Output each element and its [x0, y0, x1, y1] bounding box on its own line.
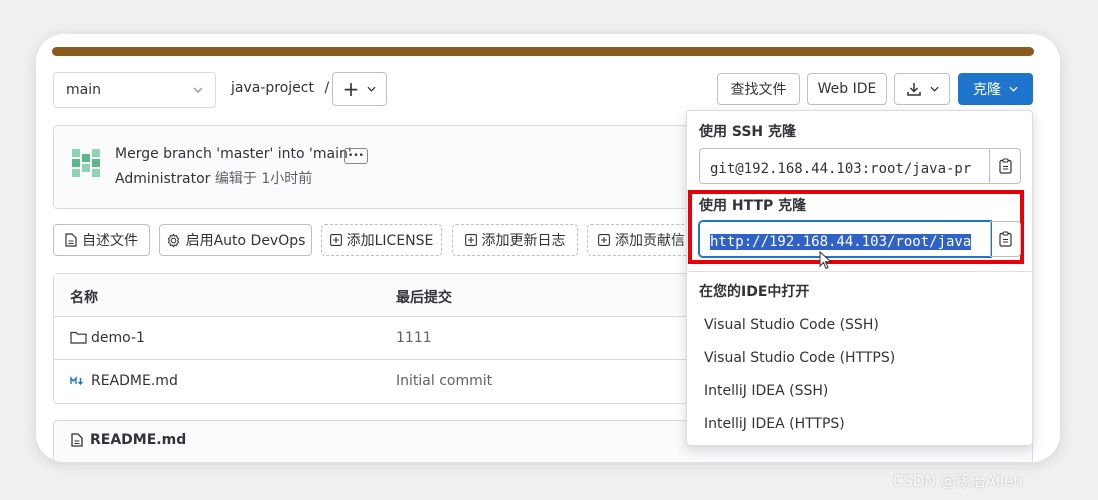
- branch-name: main: [66, 82, 101, 98]
- ide-option-vscode-https[interactable]: Visual Studio Code (HTTPS): [704, 350, 895, 366]
- breadcrumb-project[interactable]: java-project: [231, 80, 314, 96]
- breadcrumb: java-project /: [231, 80, 329, 96]
- add-dropdown-button[interactable]: +: [332, 72, 387, 106]
- ide-option-intellij-ssh[interactable]: IntelliJ IDEA (SSH): [704, 383, 828, 399]
- readme-action-label: 自述文件: [82, 233, 138, 249]
- chevron-down-icon: [367, 86, 376, 92]
- mouse-cursor-icon: [819, 251, 832, 270]
- download-icon: [906, 82, 922, 97]
- last-commit-message[interactable]: Initial commit: [396, 373, 492, 389]
- enable-auto-devops-button[interactable]: 启用Auto DevOps: [159, 224, 312, 256]
- http-clone-title: 使用 HTTP 克隆: [699, 198, 807, 214]
- avatar[interactable]: [69, 146, 103, 180]
- auto-devops-label: 启用Auto DevOps: [185, 233, 306, 249]
- http-url-input[interactable]: http://192.168.44.103/root/java: [699, 221, 991, 257]
- plus-square-icon: [598, 234, 610, 246]
- commit-edited-time: 编辑于 1小时前: [214, 171, 313, 187]
- copy-icon: [999, 231, 1012, 247]
- commit-message[interactable]: Merge branch 'master' into 'main': [115, 146, 352, 162]
- add-license-button[interactable]: 添加LICENSE: [321, 224, 442, 256]
- chevron-down-icon: [929, 86, 939, 92]
- repository-card: main java-project / + 查找文件 Web IDE 克隆 Me…: [36, 34, 1060, 462]
- open-in-ide-title: 在您的IDE中打开: [699, 284, 810, 300]
- add-changelog-button[interactable]: 添加更新日志: [452, 224, 578, 256]
- plus-icon: +: [342, 77, 360, 101]
- file-icon: [65, 233, 77, 247]
- last-commit-message[interactable]: 1111: [396, 330, 432, 346]
- commit-author[interactable]: Administrator: [115, 171, 210, 187]
- find-file-button[interactable]: 查找文件: [717, 73, 800, 105]
- clone-button[interactable]: 克隆: [958, 73, 1033, 105]
- clone-label: 克隆: [973, 82, 1001, 98]
- web-ide-button[interactable]: Web IDE: [807, 73, 887, 105]
- column-name-header: 名称: [70, 290, 98, 306]
- dropdown-divider: [687, 271, 1032, 272]
- column-last-commit-header: 最后提交: [396, 290, 452, 306]
- add-changelog-label: 添加更新日志: [481, 233, 566, 249]
- ssh-url-value: git@192.168.44.103:root/java-pr: [710, 161, 972, 177]
- plus-square-icon: [329, 234, 342, 246]
- chevron-down-icon: [193, 87, 203, 93]
- http-url-value: http://192.168.44.103/root/java: [710, 234, 972, 250]
- copy-ssh-url-button[interactable]: [989, 148, 1021, 184]
- file-icon: [71, 433, 83, 447]
- readme-title: README.md: [90, 432, 187, 448]
- clone-dropdown: 使用 SSH 克隆 git@192.168.44.103:root/java-p…: [686, 110, 1033, 446]
- add-license-label: 添加LICENSE: [346, 233, 434, 249]
- download-dropdown-button[interactable]: [894, 73, 950, 105]
- file-name[interactable]: README.md: [91, 373, 178, 389]
- ssh-url-input[interactable]: git@192.168.44.103:root/java-pr: [699, 148, 990, 184]
- plus-square-icon: [464, 234, 477, 246]
- readme-action-button[interactable]: 自述文件: [53, 224, 150, 256]
- commit-meta: Administrator 编辑于 1小时前: [115, 168, 312, 188]
- ide-option-intellij-https[interactable]: IntelliJ IDEA (HTTPS): [704, 416, 845, 432]
- add-contributing-label: 添加贡献信: [615, 233, 685, 249]
- file-name[interactable]: demo-1: [91, 330, 145, 346]
- add-contributing-button[interactable]: 添加贡献信: [587, 224, 702, 256]
- top-color-bar: [52, 47, 1034, 56]
- copy-http-url-button[interactable]: [990, 221, 1021, 257]
- folder-icon: [70, 331, 87, 344]
- watermark: CSDN @孫治Allen: [893, 472, 1023, 490]
- copy-icon: [998, 158, 1012, 174]
- branch-selector[interactable]: main: [53, 72, 216, 108]
- ssh-clone-title: 使用 SSH 克隆: [699, 124, 797, 140]
- commit-more-button[interactable]: •••: [344, 148, 368, 164]
- ide-option-vscode-ssh[interactable]: Visual Studio Code (SSH): [704, 317, 879, 333]
- chevron-down-icon: [1009, 86, 1018, 92]
- breadcrumb-separator: /: [324, 80, 330, 96]
- markdown-icon: [70, 376, 85, 386]
- gear-icon: [166, 233, 181, 248]
